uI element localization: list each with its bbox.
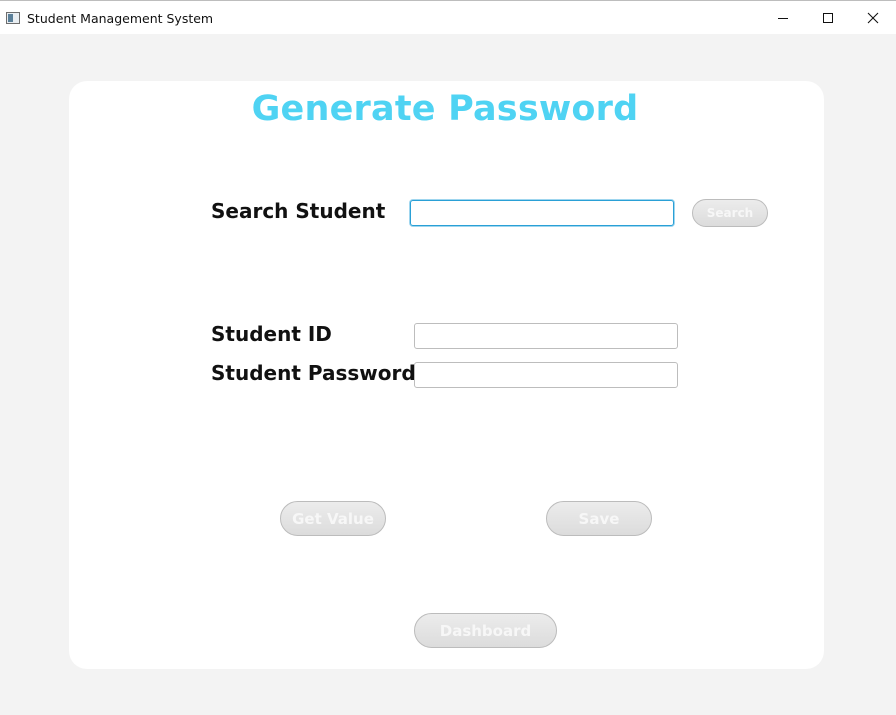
student-password-label: Student Password [211,361,416,385]
close-button[interactable] [850,1,896,35]
app-window: Student Management System Generate Passw… [0,0,896,715]
app-window-icon [6,12,20,24]
student-password-field[interactable] [414,362,678,388]
student-id-label: Student ID [211,322,332,346]
student-id-field[interactable] [414,323,678,349]
search-student-input[interactable] [410,200,674,226]
close-icon [867,12,879,24]
window-title: Student Management System [27,11,214,26]
title-bar[interactable]: Student Management System [0,0,896,34]
minimize-icon [778,18,788,19]
maximize-icon [823,13,833,23]
get-value-button[interactable]: Get Value [280,501,386,536]
search-button[interactable]: Search [692,199,768,227]
maximize-button[interactable] [805,1,851,35]
dashboard-button[interactable]: Dashboard [414,613,557,648]
save-button[interactable]: Save [546,501,652,536]
search-student-label: Search Student [211,199,386,223]
minimize-button[interactable] [760,1,806,35]
page-title: Generate Password [251,89,639,129]
